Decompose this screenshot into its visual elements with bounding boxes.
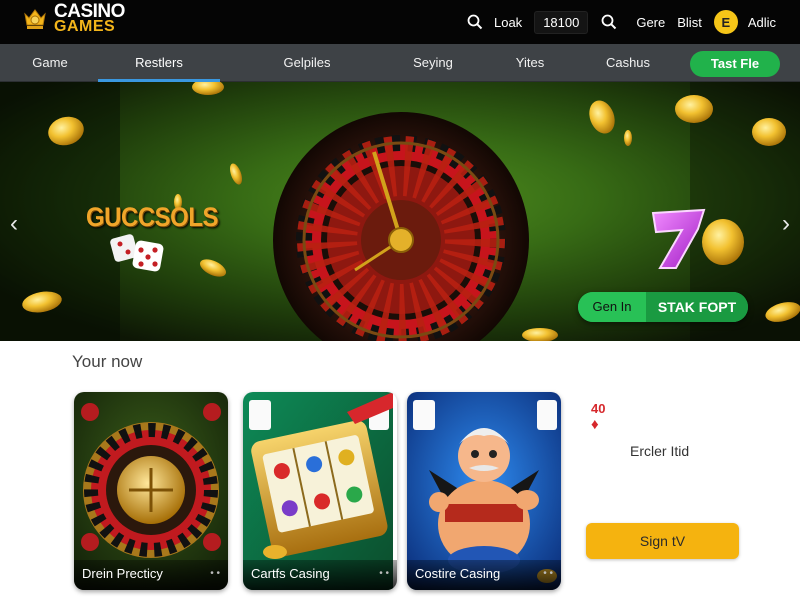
nav-item-cashus[interactable]: Cashus (596, 44, 660, 82)
card-title: Cartfs Casing (251, 566, 330, 581)
more-dots-icon[interactable]: • • (210, 560, 220, 588)
search-icon[interactable] (464, 11, 486, 33)
crown-icon (22, 5, 48, 33)
nav-item-yites[interactable]: Yites (500, 44, 560, 82)
game-card-roulette[interactable]: Drein Precticy • • (74, 392, 228, 590)
header-link-2[interactable]: Blist (677, 15, 702, 30)
nav-item-seying[interactable]: Seying (400, 44, 466, 82)
search-icon[interactable] (598, 11, 620, 33)
card-label: Costire Casing • • (407, 560, 561, 590)
coin-icon[interactable]: E (713, 10, 738, 34)
more-dots-icon[interactable]: • • (543, 560, 553, 588)
sign-up-button[interactable]: Sign tV (586, 523, 739, 559)
more-dots-icon[interactable]: • • (379, 560, 389, 588)
chevron-right-icon[interactable]: › (782, 212, 790, 236)
section-title: Your now (72, 352, 143, 371)
brand-logo[interactable]: CASINO GAMES (22, 1, 125, 35)
header-link-1[interactable]: Gere (636, 15, 665, 30)
roulette-wheel-art (273, 112, 529, 341)
card-title: Drein Precticy (82, 566, 163, 581)
game-card-character[interactable]: Costire Casing • • (407, 392, 561, 590)
card-label: Drein Precticy • • (74, 560, 228, 590)
hero-cta-button[interactable]: Gen In STAK FOPT (578, 292, 748, 322)
nav-cta-button[interactable]: Tast Fle (690, 51, 780, 77)
nav-item-gelpiles[interactable]: Gelpiles (268, 44, 346, 82)
balance-display: 18100 (534, 10, 589, 34)
nav-item-game[interactable]: Game (18, 44, 82, 82)
top-header: CASINO GAMES Loak 18100 Gere Blist E Adl… (0, 0, 800, 44)
main-nav: Game Restlers Gelpiles Seying Yites Cash… (0, 44, 800, 82)
game-card-slots[interactable]: Cartfs Casing • • (243, 392, 397, 590)
brand-name: CASINO (54, 1, 125, 22)
hero-cta-start[interactable]: STAK FOPT (646, 292, 748, 322)
diamond-suit-icon: ♦ (591, 416, 599, 433)
promo-text: Ercler Itid (630, 443, 690, 459)
promo-value-text: 40 (591, 401, 606, 416)
search-label[interactable]: Loak (494, 15, 522, 30)
chevron-left-icon[interactable]: ‹ (10, 212, 18, 236)
card-label: Cartfs Casing • • (243, 560, 397, 590)
account-link[interactable]: Adlic (748, 15, 776, 30)
brand-subname: GAMES (54, 18, 116, 35)
promo-value: 40 ♦ (591, 401, 605, 433)
nav-item-restlers[interactable]: Restlers (98, 44, 220, 82)
hero-brand-text: GUCCSOLS (86, 202, 219, 233)
card-title: Costire Casing (415, 566, 501, 581)
hero-cta-login[interactable]: Gen In (578, 292, 646, 322)
